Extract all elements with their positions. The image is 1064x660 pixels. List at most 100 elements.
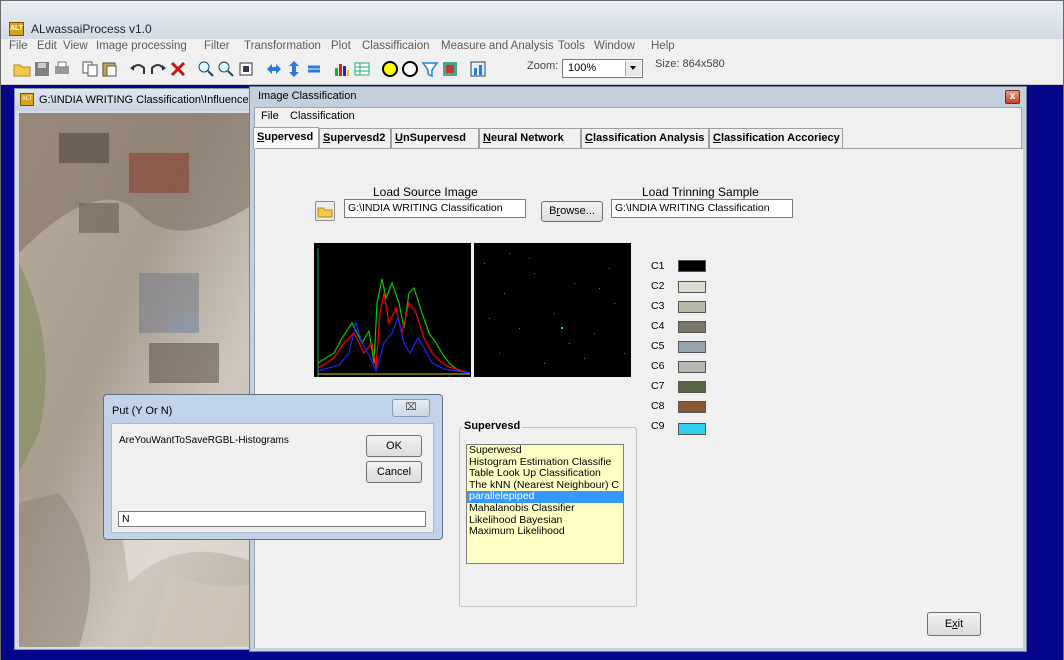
method-list[interactable]: Superwesd Histogram Estimation Classifie… [466,444,624,564]
open-folder-icon [317,207,333,218]
menu-edit[interactable]: Edit [37,40,57,52]
tab-unsupervesd[interactable]: UnSupervesd [391,128,479,148]
delete-icon[interactable] [169,60,187,78]
menu-tools[interactable]: Tools [558,40,585,52]
tab-classification-accuracy[interactable]: Classification Accoriecy [709,128,843,148]
open-folder-icon[interactable] [13,60,31,78]
class-color-swatch[interactable] [678,381,706,393]
table-icon[interactable] [353,60,371,78]
flip-vertical-icon[interactable] [285,60,303,78]
zoom-label: Zoom: [527,60,559,72]
exit-button[interactable]: Exit [927,612,981,636]
crop-icon[interactable] [237,60,255,78]
app-logo-icon: ALT [9,22,24,36]
image-classification-window: Image Classification x File Classificati… [249,86,1027,652]
classification-title-bar[interactable]: Image Classification x [250,87,1026,107]
print-icon[interactable] [53,60,71,78]
class-label: C1 [651,260,665,272]
image-window: ALT G:\INDIA WRITING Classification\Infl… [14,88,258,650]
redo-icon[interactable] [149,60,167,78]
app-title-bar: ALT ALwassaiProcess v1.0 [1,1,1063,39]
class-label: C3 [651,300,665,312]
tab-classification-analysis[interactable]: Classification Analysis [581,128,709,148]
menu-view[interactable]: View [63,40,88,52]
menu-classification[interactable]: Classifficaion [362,40,430,52]
cls-menu-file[interactable]: File [261,110,279,122]
image-size-label: Size: 864x580 [655,58,725,70]
menu-filter[interactable]: Filter [204,40,230,52]
class-color-swatch[interactable] [678,321,706,333]
answer-input[interactable]: N [118,511,426,527]
classification-window-title: Image Classification [258,90,357,102]
save-icon[interactable] [33,60,51,78]
menu-measure-analysis[interactable]: Measure and Analysis [441,40,554,52]
class-color-swatch[interactable] [678,361,706,373]
source-path-field[interactable]: G:\INDIA WRITING Classification [344,199,526,218]
load-training-label: Load Trinning Sample [642,185,759,199]
menu-image-processing[interactable]: Image processing [96,40,187,52]
class-color-swatch[interactable] [678,260,706,272]
supervised-method-group: Supervesd Superwesd Histogram Estimation… [459,420,637,607]
dialog-client: AreYouWantToSaveRGBL-Histograms OK Cance… [111,423,434,533]
zoom-select[interactable]: 100% [562,59,643,78]
swap-icon[interactable] [265,60,283,78]
close-icon[interactable]: x [1005,90,1020,104]
chart-icon[interactable] [469,60,487,78]
histogram-icon[interactable] [333,60,351,78]
image-window-title: G:\INDIA WRITING Classification\Influenc… [39,94,255,106]
class-label: C6 [651,360,665,372]
load-source-label: Load Source Image [373,185,478,199]
toolbar: Zoom: 100% Size: 864x580 [1,55,1063,85]
browse-button[interactable]: Browse... [541,201,603,222]
app-title: ALwassaiProcess v1.0 [31,22,152,36]
zoom-out-icon[interactable] [217,60,235,78]
class-color-swatch[interactable] [678,423,706,435]
menu-file[interactable]: File [9,40,28,52]
filter-icon[interactable] [421,60,439,78]
cls-menu-classification[interactable]: Classification [290,110,355,122]
menu-plot[interactable]: Plot [331,40,351,52]
zoom-value: 100% [568,62,597,74]
training-path-field[interactable]: G:\INDIA WRITING Classification [611,199,793,218]
classified-image-preview [474,243,631,377]
ring-icon[interactable] [401,60,419,78]
cancel-button[interactable]: Cancel [366,461,422,483]
circle-icon[interactable] [381,60,399,78]
classification-menu-bar: File Classification [255,108,1021,124]
list-item[interactable]: Maximum Likelihood [467,526,623,538]
class-color-swatch[interactable] [678,401,706,413]
app-menu-bar: File Edit View Image processing Filter T… [1,39,1063,55]
class-label: C7 [651,380,665,392]
layers-icon[interactable] [441,60,459,78]
class-color-swatch[interactable] [678,301,706,313]
rgb-histogram-plot [314,243,471,377]
rotate-icon[interactable] [305,60,323,78]
menu-transformation[interactable]: Transformation [244,40,321,52]
group-title: Supervesd [462,420,523,432]
list-item[interactable]: Mahalanobis Classifier [467,503,623,515]
chevron-down-icon[interactable] [625,61,641,76]
menu-help[interactable]: Help [651,40,675,52]
paste-icon[interactable] [101,60,119,78]
class-label: C5 [651,340,665,352]
tab-supervesd2[interactable]: Supervesd2 [319,128,391,148]
class-label: C2 [651,280,665,292]
list-item[interactable]: Superwesd [467,445,623,457]
class-label: C4 [651,320,665,332]
dialog-message: AreYouWantToSaveRGBL-Histograms [119,435,289,446]
app-logo-icon: ALT [20,93,34,106]
class-label: C9 [651,420,665,432]
class-color-swatch[interactable] [678,281,706,293]
tab-neural-network[interactable]: Neural Network [479,128,581,148]
zoom-in-icon[interactable] [197,60,215,78]
copy-icon[interactable] [81,60,99,78]
class-color-swatch[interactable] [678,341,706,353]
open-folder-button[interactable] [315,201,335,221]
ok-button[interactable]: OK [366,435,422,457]
undo-icon[interactable] [129,60,147,78]
tab-supervesd[interactable]: Supervesd [253,127,319,149]
menu-window[interactable]: Window [594,40,635,52]
class-label: C8 [651,400,665,412]
close-icon[interactable]: ⌧ [392,399,430,417]
image-window-title-bar[interactable]: ALT G:\INDIA WRITING Classification\Infl… [15,89,257,111]
